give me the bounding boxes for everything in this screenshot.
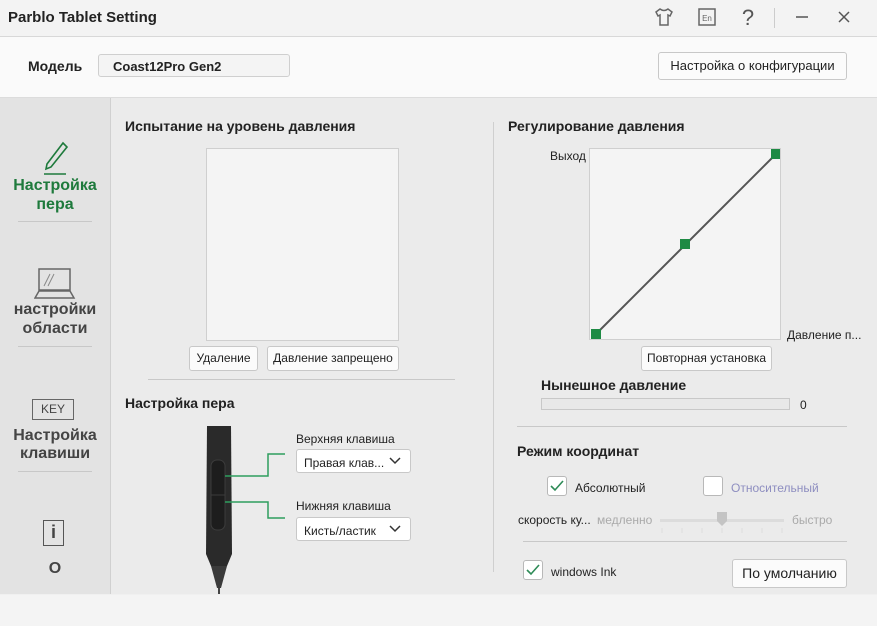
pressure-test-title: Испытание на уровень давления (125, 118, 356, 134)
title-bar: Parblo Tablet Setting En ? (0, 0, 877, 37)
default-button[interactable]: По умолчанию (732, 559, 847, 588)
current-pressure-value: 0 (800, 398, 807, 412)
relative-checkbox[interactable] (703, 476, 723, 496)
sidebar-separator (18, 346, 92, 347)
pen-icon (41, 140, 69, 181)
sidebar-label-pen-line1: Настройка (13, 177, 97, 194)
minimize-icon[interactable] (790, 6, 814, 30)
delete-button[interactable]: Удаление (189, 346, 258, 371)
sidebar-separator (18, 221, 92, 222)
pen-settings-title: Настройка пера (125, 395, 235, 411)
sidebar-item-key-settings[interactable]: KEY Настройка клавиши (0, 398, 110, 468)
sidebar-item-pen-settings[interactable]: Настройка пера (0, 138, 110, 216)
speed-slow-label: медленно (597, 513, 653, 527)
curve-handle-mid[interactable] (680, 239, 690, 249)
model-label: Модель (28, 58, 83, 74)
key-icon: KEY (32, 399, 74, 420)
sidebar-label-area-line2: области (22, 320, 88, 337)
sidebar: Настройка пера настройки области KEY Нас… (0, 98, 111, 594)
info-icon: i (43, 520, 64, 546)
vertical-divider (493, 122, 494, 572)
help-icon[interactable]: ? (736, 6, 760, 30)
titlebar-separator (774, 8, 775, 28)
current-pressure-label: Нынешное давление (541, 377, 687, 393)
sidebar-label-pen-line2: пера (36, 196, 74, 213)
absolute-label: Абсолютный (575, 481, 646, 495)
sidebar-label-info: O (48, 560, 62, 577)
pressure-test-canvas[interactable] (206, 148, 399, 341)
chevron-down-icon (388, 522, 402, 539)
section-divider (523, 541, 847, 542)
current-pressure-bar (541, 398, 790, 410)
slider-thumb[interactable] (717, 512, 727, 526)
upper-key-select[interactable]: Правая клав... (296, 449, 411, 473)
pen-illustration (195, 424, 293, 601)
config-button[interactable]: Настройка о конфигурации (658, 52, 847, 80)
sidebar-label-key-line1: Настройка (13, 427, 97, 444)
model-bar: Модель Coast12Pro Gen2 Настройка о конфи… (0, 37, 877, 98)
model-value: Coast12Pro Gen2 (98, 54, 290, 77)
sidebar-separator (18, 471, 92, 472)
reset-curve-button[interactable]: Повторная установка (641, 346, 772, 371)
cursor-speed-label: скорость ку... (518, 513, 591, 527)
lower-key-value: Кисть/ластик (304, 524, 376, 538)
shirt-icon[interactable] (652, 6, 676, 30)
windows-ink-label: windows Ink (551, 565, 617, 579)
language-icon[interactable]: En (695, 6, 719, 30)
upper-key-label: Верхняя клавиша (296, 432, 395, 446)
upper-key-value: Правая клав... (304, 456, 385, 470)
cursor-speed-slider[interactable] (660, 512, 784, 534)
close-icon[interactable] (832, 6, 856, 30)
pressure-disable-button[interactable]: Давление запрещено (267, 346, 399, 371)
chevron-down-icon (388, 454, 402, 471)
svg-text:En: En (702, 14, 712, 23)
coord-mode-title: Режим координат (517, 443, 640, 459)
sidebar-item-area-settings[interactable]: настройки области (0, 264, 110, 342)
lower-key-select[interactable]: Кисть/ластик (296, 517, 411, 541)
curve-handle-high[interactable] (771, 149, 780, 159)
sidebar-label-area-line1: настройки (13, 301, 97, 318)
relative-label: Относительный (731, 481, 819, 495)
slider-ticks (661, 528, 783, 533)
section-divider (517, 426, 847, 427)
sidebar-item-info[interactable]: i O (0, 518, 110, 580)
curve-y-label: Выход (550, 149, 586, 163)
absolute-checkbox[interactable] (547, 476, 567, 496)
speed-fast-label: быстро (792, 513, 833, 527)
window-title: Parblo Tablet Setting (8, 9, 157, 26)
pressure-curve[interactable] (589, 148, 781, 340)
footer (0, 595, 877, 626)
windows-ink-checkbox[interactable] (523, 560, 543, 580)
lower-key-label: Нижняя клавиша (296, 499, 391, 513)
curve-handle-low[interactable] (591, 329, 601, 339)
curve-x-label: Давление п... (787, 328, 862, 342)
pressure-adjust-title: Регулирование давления (508, 118, 685, 134)
section-divider (148, 379, 455, 380)
sidebar-label-key-line2: клавиши (19, 445, 91, 462)
